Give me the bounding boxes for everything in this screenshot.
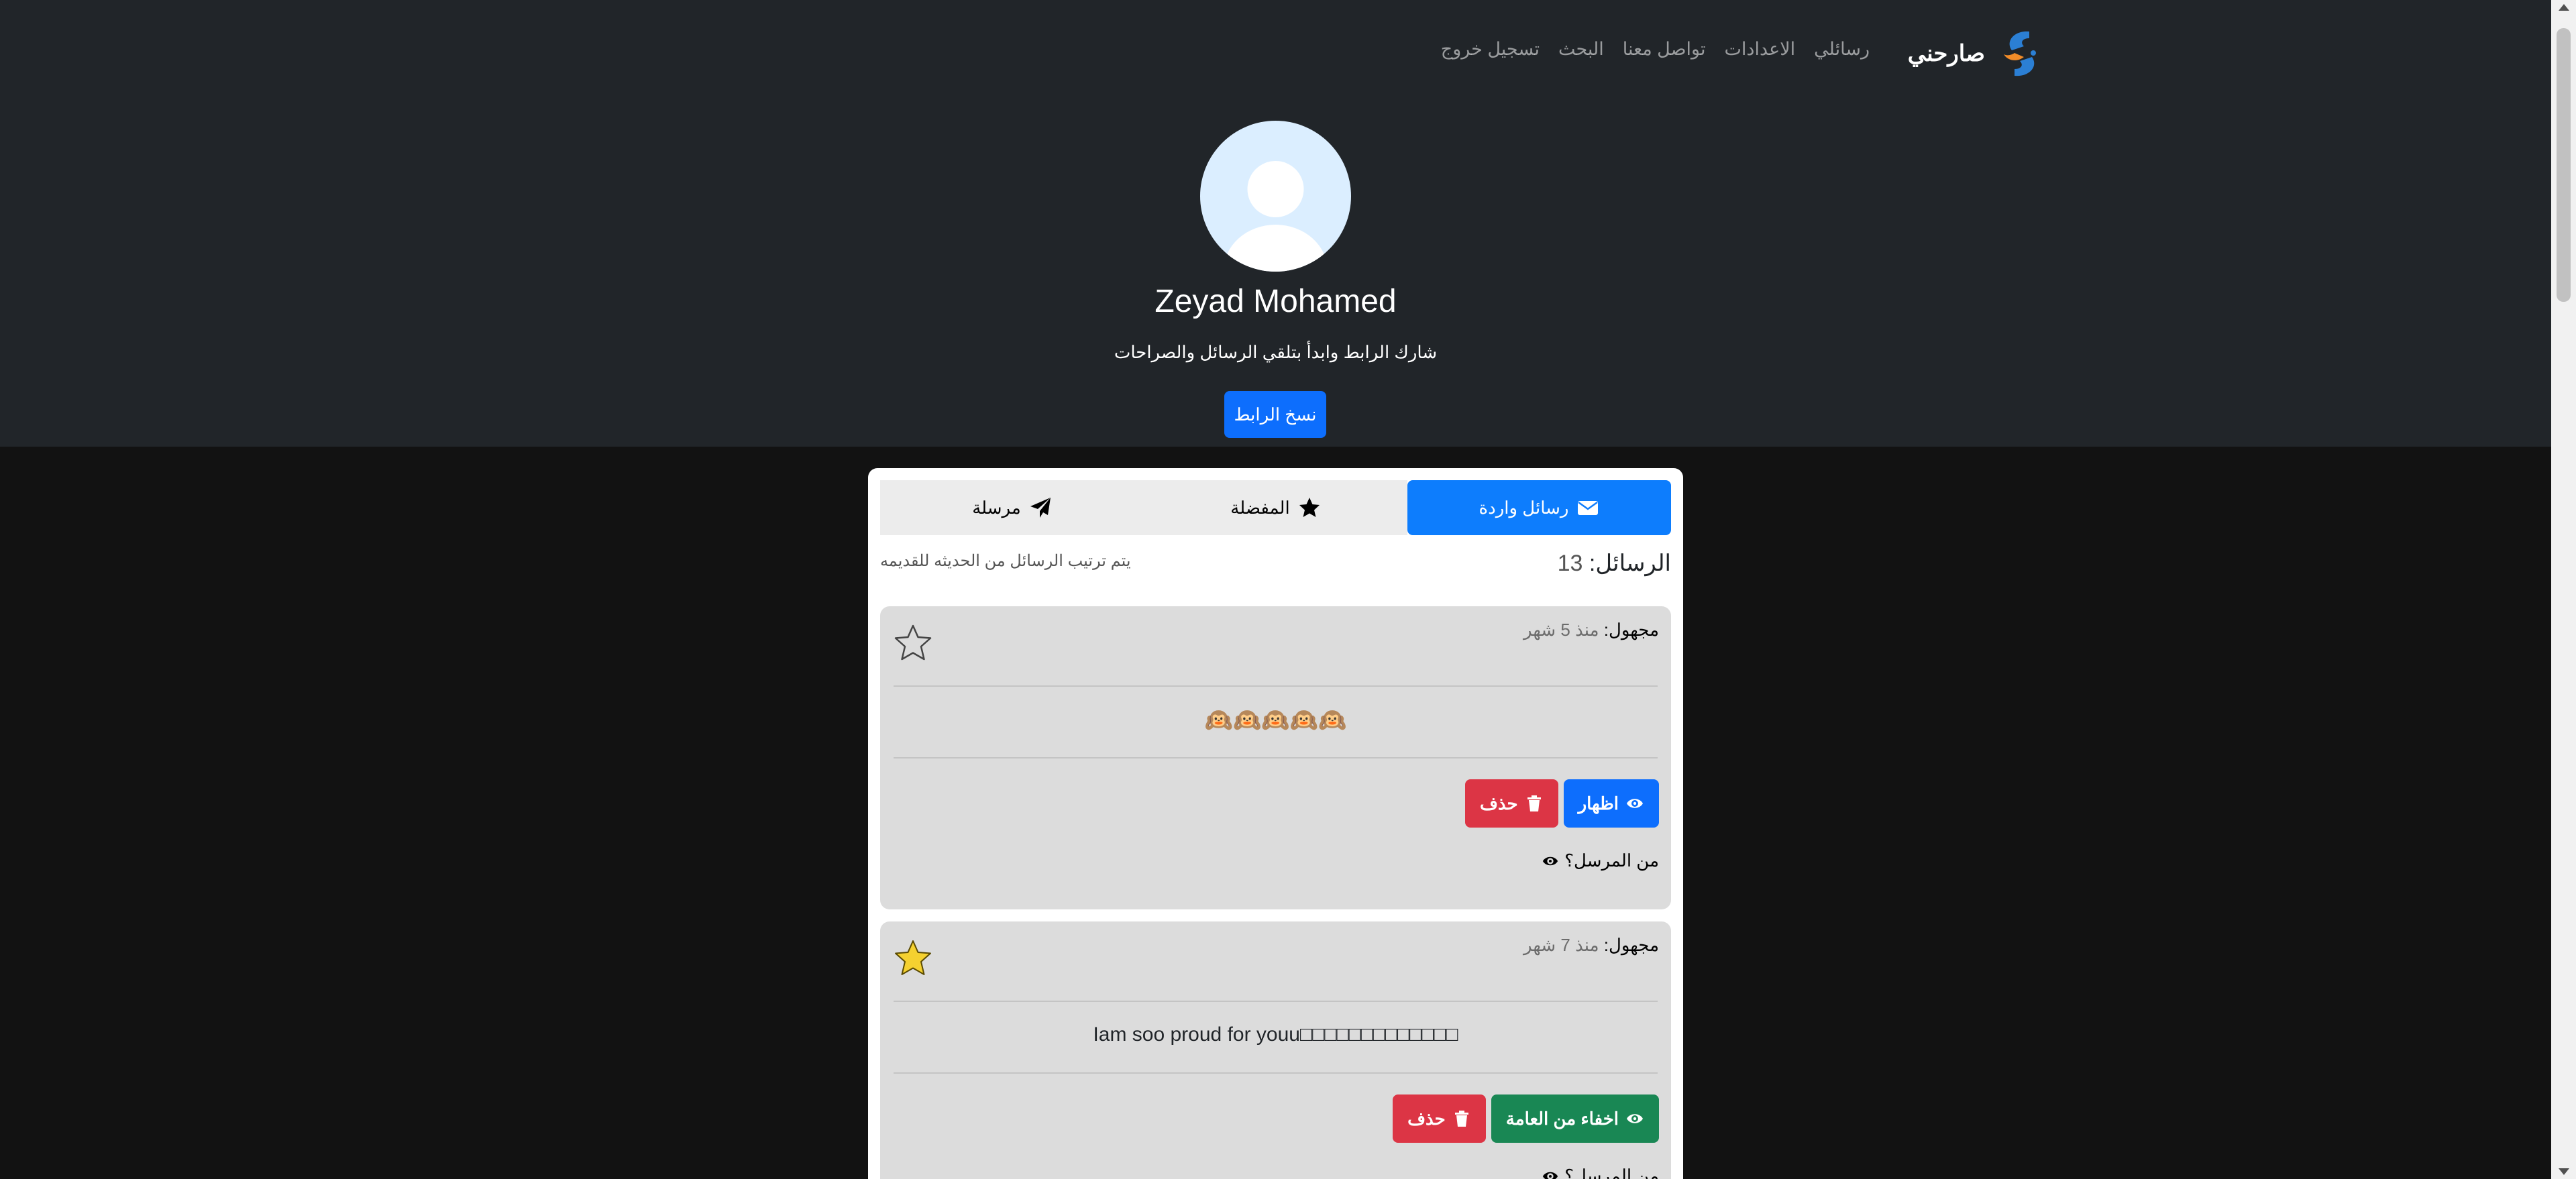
profile-name: Zeyad Mohamed bbox=[1155, 284, 1397, 319]
star-filled-icon[interactable] bbox=[894, 939, 932, 978]
message-body: 🙉🙉🙉🙉🙉 bbox=[880, 707, 1671, 734]
profile-header: Zeyad Mohamed شارك الرابط وابدأ بتلقي ال… bbox=[0, 107, 2551, 447]
hide-from-public-label: اخفاء من العامة bbox=[1505, 1108, 1619, 1129]
message-header: مجهول: منذ 5 شهر bbox=[1523, 620, 1659, 640]
delete-button-label: حذف bbox=[1407, 1108, 1446, 1129]
scroll-up-arrow-icon[interactable] bbox=[2559, 4, 2569, 11]
envelope-icon bbox=[1578, 501, 1599, 515]
tab-inbox[interactable]: رسائل واردة bbox=[1407, 480, 1671, 535]
hide-from-public-button[interactable]: اخفاء من العامة bbox=[1491, 1094, 1659, 1143]
star-outline-icon[interactable] bbox=[894, 624, 932, 663]
eye-icon bbox=[1543, 856, 1558, 865]
paper-plane-icon bbox=[1030, 498, 1051, 518]
messages-card: رسائل واردة المفضلة مرسلة الرسائل: 13 يت… bbox=[868, 468, 1683, 1179]
delete-button-label: حذف bbox=[1479, 793, 1518, 813]
messages-count-label: الرسائل: bbox=[1589, 551, 1671, 576]
divider bbox=[894, 1001, 1658, 1002]
brand-logo-icon bbox=[2004, 31, 2036, 76]
tab-sent[interactable]: مرسلة bbox=[880, 480, 1144, 535]
tab-favorites[interactable]: المفضلة bbox=[1144, 480, 1407, 535]
avatar bbox=[1200, 121, 1351, 272]
divider bbox=[894, 757, 1658, 759]
message-card: مجهول: منذ 7 شهر Iam soo proud for youu□… bbox=[880, 921, 1671, 1179]
navbar: صارحني رسائلي الاعدادات تواصل معنا البحث… bbox=[0, 0, 2551, 107]
sort-note: يتم ترتيب الرسائل من الحديثه للقديمه bbox=[880, 552, 1131, 570]
message-actions: اظهار حذف bbox=[1464, 779, 1659, 828]
message-body: Iam soo proud for youu□□□□□□□□□□□□□ bbox=[1093, 1023, 1458, 1046]
message-time: منذ 5 شهر bbox=[1523, 620, 1599, 640]
nav-links: رسائلي الاعدادات تواصل معنا البحث تسجيل … bbox=[1441, 39, 1870, 60]
divider bbox=[894, 685, 1658, 687]
who-is-sender[interactable]: من المرسل؟ bbox=[1542, 1166, 1659, 1179]
tab-favorites-label: المفضلة bbox=[1230, 497, 1290, 518]
who-is-sender-label: من المرسل؟ bbox=[1564, 1166, 1659, 1179]
nav-link-my-messages[interactable]: رسائلي bbox=[1814, 39, 1870, 60]
scroll-thumb[interactable] bbox=[2557, 28, 2571, 302]
trash-icon bbox=[1454, 1111, 1468, 1127]
copy-link-button[interactable]: نسخ الرابط bbox=[1224, 391, 1326, 438]
message-sender: مجهول: bbox=[1603, 620, 1659, 640]
messages-count: الرسائل: 13 bbox=[1558, 550, 1671, 577]
profile-subtitle: شارك الرابط وابدأ بتلقي الرسائل والصراحا… bbox=[1114, 342, 1438, 362]
nav-link-contact[interactable]: تواصل معنا bbox=[1623, 39, 1706, 60]
brand-name: صارحني bbox=[1907, 41, 1985, 66]
eye-icon bbox=[1543, 1172, 1558, 1179]
messages-count-value: 13 bbox=[1557, 551, 1583, 576]
divider bbox=[894, 1072, 1658, 1074]
scroll-down-arrow-icon[interactable] bbox=[2559, 1168, 2569, 1175]
message-actions: اخفاء من العامة حذف bbox=[1393, 1094, 1659, 1143]
nav-link-search[interactable]: البحث bbox=[1558, 39, 1604, 60]
message-tabs: رسائل واردة المفضلة مرسلة bbox=[880, 480, 1671, 535]
brand[interactable]: صارحني bbox=[1908, 27, 2049, 80]
eye-icon bbox=[1627, 1114, 1643, 1123]
tab-inbox-label: رسائل واردة bbox=[1479, 497, 1569, 518]
delete-button[interactable]: حذف bbox=[1393, 1094, 1486, 1143]
who-is-sender[interactable]: من المرسل؟ bbox=[1542, 850, 1659, 871]
messages-count-row: الرسائل: 13 يتم ترتيب الرسائل من الحديثه… bbox=[880, 547, 1671, 581]
message-time: منذ 7 شهر bbox=[1523, 935, 1599, 955]
user-avatar-icon bbox=[1223, 161, 1328, 272]
message-card: مجهول: منذ 5 شهر 🙉🙉🙉🙉🙉 اظهار حذف من المر… bbox=[880, 606, 1671, 909]
message-body-text: 🙉🙉🙉🙉🙉 bbox=[1204, 708, 1347, 733]
star-icon bbox=[1299, 498, 1320, 517]
trash-icon bbox=[1527, 795, 1541, 811]
nav-link-logout[interactable]: تسجيل خروج bbox=[1441, 39, 1540, 60]
tab-sent-label: مرسلة bbox=[972, 497, 1021, 518]
eye-icon bbox=[1627, 799, 1643, 808]
who-is-sender-label: من المرسل؟ bbox=[1564, 850, 1659, 871]
show-button[interactable]: اظهار bbox=[1563, 779, 1659, 828]
nav-link-settings[interactable]: الاعدادات bbox=[1725, 39, 1796, 60]
message-header: مجهول: منذ 7 شهر bbox=[1523, 935, 1659, 956]
message-sender: مجهول: bbox=[1603, 935, 1659, 955]
show-button-label: اظهار bbox=[1578, 793, 1619, 813]
page-scrollbar[interactable] bbox=[2551, 0, 2576, 1179]
delete-button[interactable]: حذف bbox=[1464, 779, 1558, 828]
